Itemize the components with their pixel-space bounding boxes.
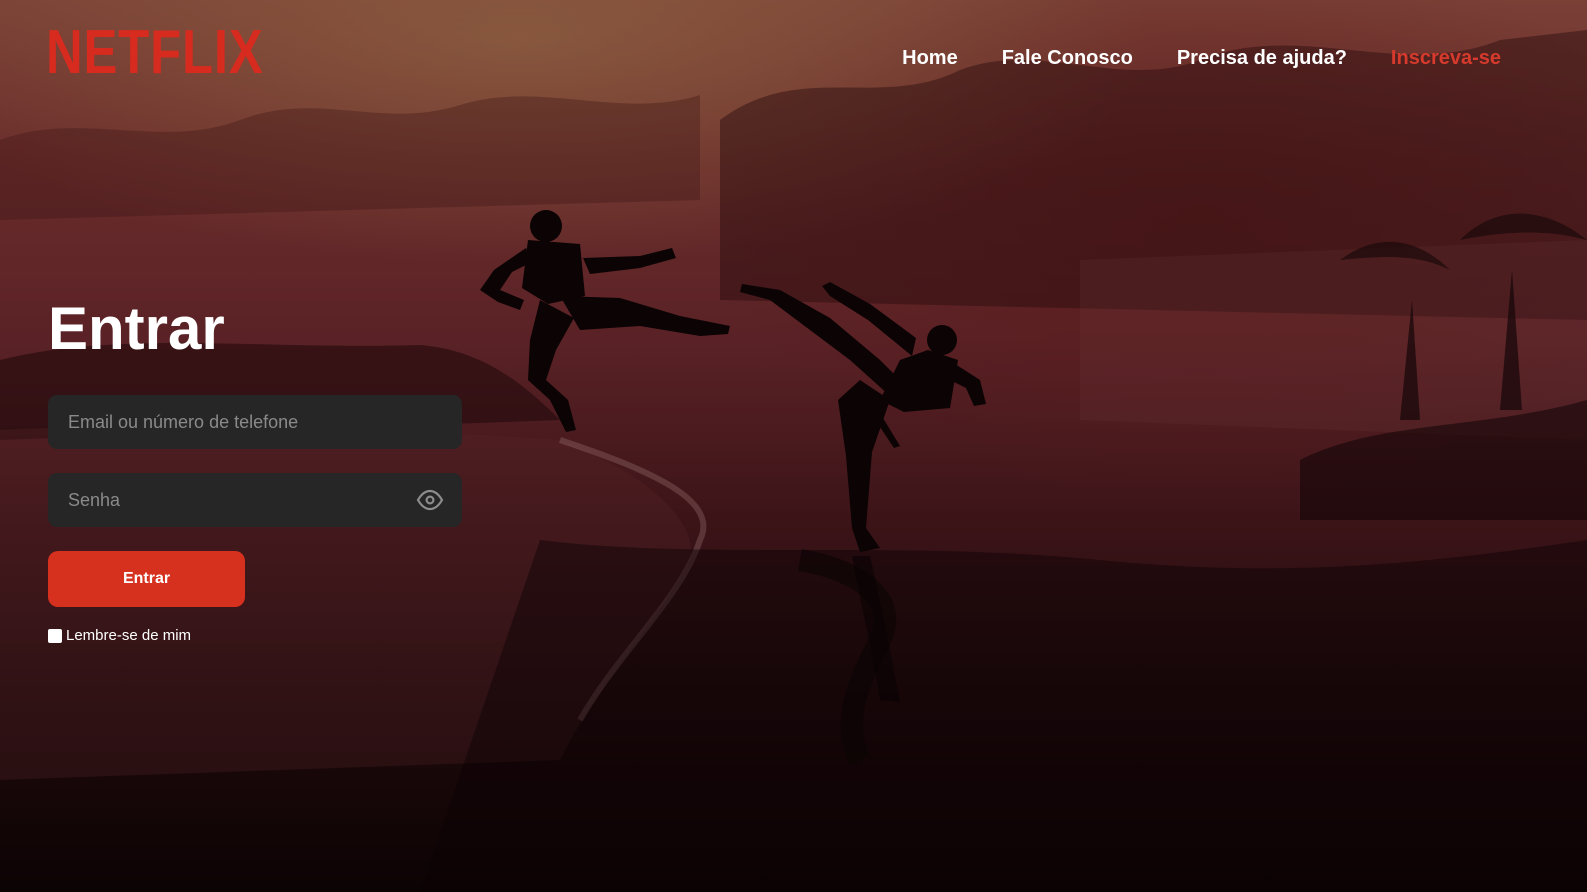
password-input[interactable] xyxy=(48,473,462,527)
netflix-logo[interactable]: NETFLIX xyxy=(46,22,264,84)
top-bar: NETFLIX Home Fale Conosco Precisa de aju… xyxy=(0,0,1587,120)
eye-icon[interactable] xyxy=(416,488,444,512)
remember-me: Lembre-se de mim xyxy=(48,627,191,644)
nav-link-contact[interactable]: Fale Conosco xyxy=(1002,46,1133,70)
nav-link-signup[interactable]: Inscreva-se xyxy=(1391,46,1501,70)
password-field-container xyxy=(48,473,462,527)
remember-me-label[interactable]: Lembre-se de mim xyxy=(66,627,191,644)
login-submit-button[interactable]: Entrar xyxy=(48,551,245,607)
login-title: Entrar xyxy=(48,295,225,362)
nav-link-help[interactable]: Precisa de ajuda? xyxy=(1177,46,1347,70)
remember-me-checkbox[interactable] xyxy=(48,628,62,643)
login-page: NETFLIX Home Fale Conosco Precisa de aju… xyxy=(0,0,1587,892)
email-field-container xyxy=(48,395,462,449)
email-input[interactable] xyxy=(48,395,462,449)
login-form: Entrar Entrar Lembre-se de mim xyxy=(48,295,464,644)
main-nav: Home Fale Conosco Precisa de ajuda? Insc… xyxy=(902,46,1501,70)
nav-link-home[interactable]: Home xyxy=(902,46,958,70)
